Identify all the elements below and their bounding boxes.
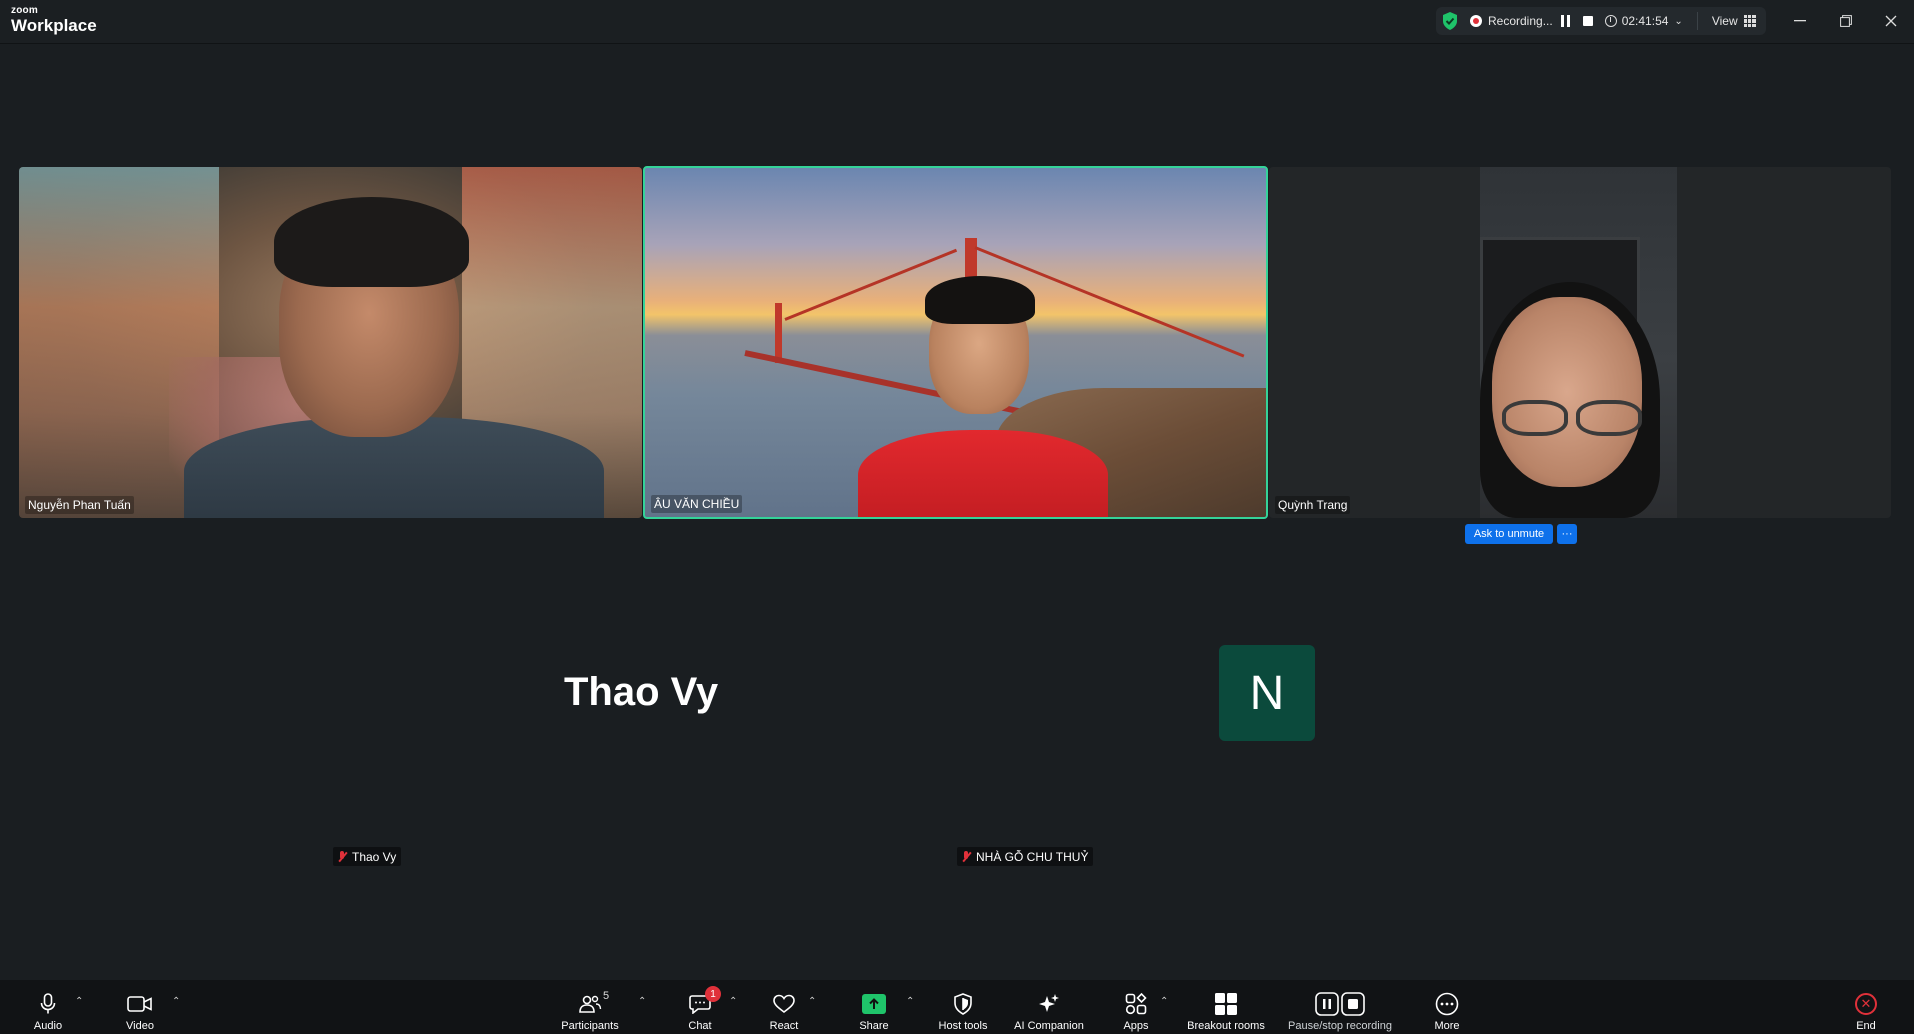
participant-name-tag: NHÀ GỖ CHU THUỶ [957,847,1094,866]
glasses [1502,400,1642,436]
share-arrow-icon [862,994,886,1014]
video-options-caret[interactable]: ⌃ [172,996,180,1007]
record-icon [1470,15,1482,27]
react-options-caret[interactable]: ⌃ [808,996,816,1007]
meeting-toolbar: Audio ⌃ Video ⌃ 5 Participants ⌃ 1 Chat … [0,980,1914,1034]
share-options-caret[interactable]: ⌃ [906,996,914,1007]
restore-icon[interactable] [1824,8,1868,34]
participants-button[interactable]: 5 Participants [555,980,625,1034]
react-button[interactable]: React [764,980,804,1034]
audio-button[interactable]: Audio [28,980,68,1034]
mic-off-icon [337,850,347,863]
chat-icon: 1 [687,986,721,1016]
participant-video [858,430,1108,517]
participant-display-name: Thao Vy [564,670,719,714]
divider [1696,12,1698,30]
video-tile-active-speaker[interactable]: ÂU VĂN CHIỀU [643,166,1268,519]
end-meeting-button[interactable]: ✕ End [1848,980,1884,1034]
meeting-timer: 02:41:54 [1621,14,1669,28]
pause-icon[interactable] [1560,15,1571,27]
participant-name: Thao Vy [352,849,397,864]
participant-name: Nguyễn Phan Tuấn [25,496,134,514]
chat-button[interactable]: 1 Chat [680,980,721,1034]
more-icon [1434,992,1460,1016]
close-icon[interactable] [1869,8,1913,34]
camera-icon [127,992,153,1016]
recording-pill: Recording... 02:41:54 ⌄ View [1436,7,1766,35]
pause-stop-icon [1314,992,1366,1016]
more-button[interactable]: More [1427,980,1467,1034]
stop-icon[interactable] [1582,16,1593,26]
people-icon: 5 [577,990,609,1016]
breakout-icon [1213,992,1239,1016]
end-icon: ✕ [1855,993,1877,1015]
apps-options-caret[interactable]: ⌃ [1160,996,1168,1007]
chevron-down-icon[interactable]: ⌄ [1674,16,1682,27]
sparkle-icon [1036,992,1062,1016]
mic-off-icon [961,850,971,863]
brand-big: Workplace [11,16,97,35]
pause-stop-recording-button[interactable]: Pause/stop recording [1282,980,1398,1034]
grid-view-icon[interactable] [1743,15,1756,27]
chat-unread-badge: 1 [705,986,721,1002]
video-button[interactable]: Video [119,980,161,1034]
shield-icon [950,992,976,1016]
chat-options-caret[interactable]: ⌃ [729,996,737,1007]
avatar: N [1219,645,1315,741]
participant-video [1480,167,1677,518]
shield-check-icon[interactable] [1442,12,1458,30]
participant-name: Quỳnh Trang [1275,496,1351,514]
minimize-icon[interactable] [1778,8,1822,34]
heart-icon [771,992,797,1016]
participant-name: NHÀ GỖ CHU THUỶ [976,849,1089,864]
brand-small: zoom [11,5,38,16]
participant-name-tag: Thao Vy [333,847,402,866]
host-tools-button[interactable]: Host tools [935,980,991,1034]
more-options-button[interactable]: ··· [1557,524,1577,544]
participant-count: 5 [603,990,610,1002]
ai-companion-button[interactable]: AI Companion [1009,980,1089,1034]
video-tile[interactable]: Quỳnh Trang [1269,167,1891,518]
breakout-rooms-button[interactable]: Breakout rooms [1181,980,1271,1034]
apps-button[interactable]: Apps [1118,980,1154,1034]
title-bar: zoom Workplace Recording... 02:41:54 ⌄ V… [0,0,1914,44]
audio-options-caret[interactable]: ⌃ [75,996,83,1007]
participant-name: ÂU VĂN CHIỀU [651,495,743,513]
apps-icon [1123,992,1149,1016]
zoom-logo: zoom Workplace [11,5,97,35]
recording-status: Recording... [1488,14,1553,28]
video-tile[interactable]: Nguyễn Phan Tuấn [19,167,642,518]
clock-icon [1604,15,1617,27]
participants-options-caret[interactable]: ⌃ [638,996,646,1007]
ask-to-unmute-button[interactable]: Ask to unmute [1465,524,1553,544]
share-button[interactable]: Share [854,980,894,1034]
view-button[interactable]: View [1712,14,1738,28]
mic-icon [35,992,61,1016]
